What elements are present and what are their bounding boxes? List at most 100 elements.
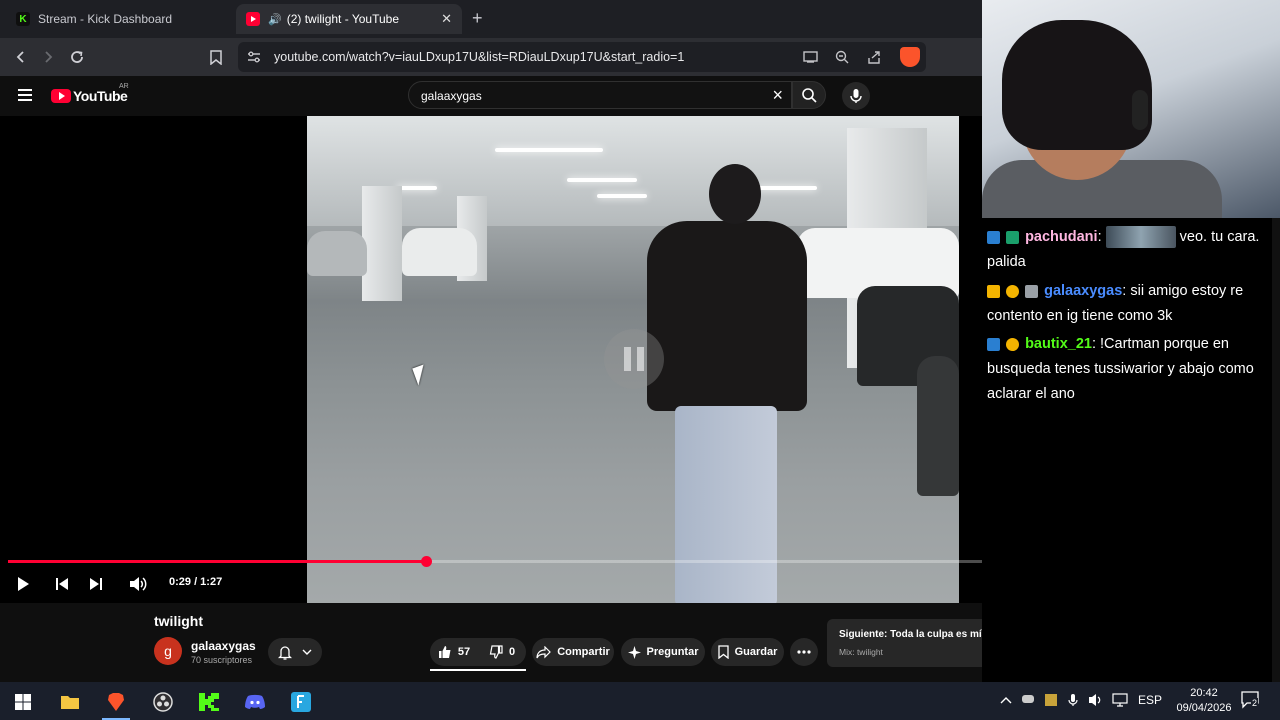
next-button[interactable] xyxy=(85,573,107,595)
brave-shield-icon[interactable] xyxy=(900,47,920,67)
search-input[interactable]: galaaxygas × xyxy=(408,81,792,109)
mix-label: Mix: twilight xyxy=(839,647,883,657)
notifications-button[interactable] xyxy=(268,638,322,666)
volume-button[interactable] xyxy=(127,573,149,595)
more-actions-button[interactable] xyxy=(790,638,818,666)
webcam-overlay xyxy=(982,0,1280,218)
pause-overlay-icon[interactable] xyxy=(604,329,664,389)
chat-username[interactable]: pachudani xyxy=(1025,229,1098,245)
tab-title: (2) twilight - YouTube xyxy=(286,12,399,26)
reload-icon[interactable] xyxy=(67,47,87,67)
chat-username[interactable]: bautix_21 xyxy=(1025,336,1092,352)
kick-icon: K xyxy=(16,12,30,26)
tray-volume-icon[interactable] xyxy=(1088,693,1104,710)
tab-title: Stream - Kick Dashboard xyxy=(38,12,173,26)
address-bar[interactable]: youtube.com/watch?v=iauLDxup17U&list=RDi… xyxy=(238,42,926,72)
search-button[interactable] xyxy=(792,81,826,109)
region-code: AR xyxy=(119,83,129,90)
more-horizontal-icon xyxy=(797,650,811,654)
menu-icon[interactable] xyxy=(18,89,32,101)
share-label: Compartir xyxy=(557,646,610,658)
taskbar-discord[interactable] xyxy=(237,687,273,717)
taskbar-clock[interactable]: 20:42 09/04/2026 xyxy=(1168,686,1240,716)
cast-icon[interactable] xyxy=(802,49,818,65)
tab-youtube[interactable]: 🔊 (2) twilight - YouTube ✕ xyxy=(236,4,462,34)
progress-scrubber[interactable] xyxy=(421,556,433,567)
tray-microphone-icon[interactable] xyxy=(1068,693,1078,710)
clear-search-icon[interactable]: × xyxy=(772,85,783,106)
og-badge-icon xyxy=(1006,230,1020,244)
close-tab-icon[interactable]: ✕ xyxy=(441,11,452,27)
ceiling-light xyxy=(567,178,637,182)
parked-car xyxy=(917,356,959,496)
windows-icon xyxy=(15,694,31,710)
taskbar-kick[interactable] xyxy=(191,687,227,717)
share-button[interactable]: Compartir xyxy=(532,638,614,666)
chat-scrollbar[interactable] xyxy=(1272,218,1280,682)
previous-button[interactable] xyxy=(51,573,73,595)
progress-bar[interactable] xyxy=(8,556,1080,567)
channel-avatar[interactable]: g xyxy=(154,637,182,665)
founder-badge-icon xyxy=(1006,284,1020,298)
notifications-button[interactable]: 2 xyxy=(1241,691,1261,712)
chat-separator: : xyxy=(1091,336,1101,352)
tray-app-icon[interactable] xyxy=(1044,693,1058,710)
chat-panel: pachudani: veo. tu cara. palida galaaxyg… xyxy=(982,218,1280,682)
forward-icon[interactable] xyxy=(38,47,58,67)
chat-username[interactable]: galaaxygas xyxy=(1044,283,1122,299)
speaker-icon[interactable]: 🔊 xyxy=(268,13,282,26)
start-button[interactable] xyxy=(5,687,41,717)
browser-toolbar: youtube.com/watch?v=iauLDxup17U&list=RDi… xyxy=(0,38,982,76)
bookmark-icon[interactable] xyxy=(206,47,226,67)
taskbar-obs[interactable] xyxy=(145,687,181,717)
windows-taskbar: ESP 20:42 09/04/2026 2 xyxy=(0,682,1280,720)
save-button[interactable]: Guardar xyxy=(711,638,784,666)
play-button[interactable] xyxy=(12,573,34,595)
ceiling-light xyxy=(597,194,647,198)
save-label: Guardar xyxy=(734,646,778,658)
crown-badge-icon xyxy=(987,284,1000,298)
youtube-logo[interactable]: YouTube xyxy=(51,88,128,104)
moderator-badge-icon xyxy=(1025,284,1039,298)
microphone-icon xyxy=(850,89,862,103)
like-active-indicator xyxy=(430,669,526,671)
ask-button[interactable]: Preguntar xyxy=(621,638,705,666)
voice-search-button[interactable] xyxy=(842,82,870,110)
discord-icon xyxy=(245,694,265,709)
parked-car xyxy=(402,228,477,276)
taskbar-brave[interactable] xyxy=(98,687,134,720)
founder-badge-icon xyxy=(1006,337,1020,351)
share-icon[interactable] xyxy=(866,49,882,65)
emote-image xyxy=(1105,226,1176,249)
person-body xyxy=(647,221,807,411)
site-settings-icon[interactable] xyxy=(246,49,262,65)
bell-icon xyxy=(278,645,292,660)
video-player[interactable]: 0:29 / 1:27 xyxy=(0,116,1245,603)
taskbar-app[interactable] xyxy=(283,687,319,717)
share-arrow-icon xyxy=(536,645,552,658)
youtube-play-icon xyxy=(51,89,71,103)
next-icon xyxy=(90,578,102,590)
input-language[interactable]: ESP xyxy=(1138,693,1162,707)
chat-message: pachudani: veo. tu cara. palida xyxy=(987,225,1271,275)
tray-network-icon[interactable] xyxy=(1112,693,1128,710)
tab-kick-dashboard[interactable]: K Stream - Kick Dashboard xyxy=(6,4,232,34)
dislike-button[interactable]: 0 xyxy=(478,638,526,666)
tray-discord-icon[interactable] xyxy=(1021,693,1035,707)
new-tab-icon[interactable]: + xyxy=(472,8,483,29)
back-icon[interactable] xyxy=(11,47,31,67)
zoom-icon[interactable] xyxy=(834,49,850,65)
channel-name[interactable]: galaaxygas xyxy=(191,639,256,653)
volume-icon xyxy=(130,577,147,591)
youtube-icon xyxy=(246,12,260,26)
tray-overflow-icon[interactable] xyxy=(1000,693,1012,707)
play-icon xyxy=(18,577,29,591)
like-button[interactable]: 57 xyxy=(430,638,478,666)
save-icon xyxy=(717,645,729,659)
person-legs xyxy=(675,406,777,603)
taskbar-file-explorer[interactable] xyxy=(52,687,88,717)
clock-time: 20:42 xyxy=(1190,687,1218,699)
pin-badge-icon xyxy=(987,230,1000,244)
video-frame[interactable] xyxy=(307,116,959,603)
progress-fill xyxy=(8,560,427,563)
